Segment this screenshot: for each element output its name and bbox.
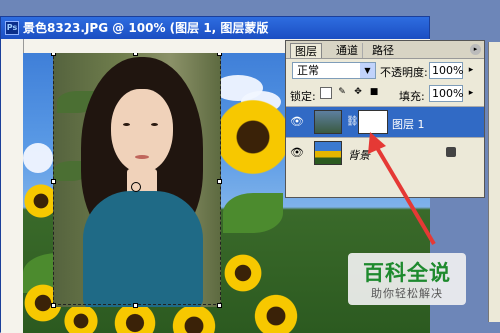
layer-mask-thumbnail[interactable] xyxy=(358,110,388,134)
fill-slider-arrow-icon[interactable]: ▸ xyxy=(464,85,478,102)
mask-link-chain-icon[interactable]: ⛓ xyxy=(346,116,359,127)
sunflower-shape xyxy=(171,303,217,333)
layer-thumbnail xyxy=(314,110,342,134)
layer-name: 背景 xyxy=(348,149,370,162)
cloud-shape xyxy=(23,143,53,173)
lock-all-icon[interactable]: ■ xyxy=(368,87,380,99)
collapsed-panel-edge xyxy=(488,42,500,322)
transform-handle[interactable] xyxy=(133,53,138,56)
transform-handle[interactable] xyxy=(217,303,222,308)
lock-transparency-icon[interactable] xyxy=(320,87,332,99)
layer-row-background[interactable]: 👁 背景 xyxy=(286,137,484,168)
lock-icon xyxy=(446,147,456,157)
transform-center-icon[interactable] xyxy=(131,182,141,192)
document-title: 景色8323.JPG @ 100% (图层 1, 图层蒙版 xyxy=(23,21,269,35)
photoshop-icon: Ps xyxy=(5,21,19,35)
tab-layers[interactable]: 图层 xyxy=(290,43,322,58)
watermark-title: 百科全说 xyxy=(363,261,451,285)
transform-handle[interactable] xyxy=(51,303,56,308)
leaf-shape xyxy=(223,193,283,233)
blend-mode-select[interactable]: 正常 ▼ xyxy=(292,62,376,79)
lock-image-brush-icon[interactable]: ✎ xyxy=(336,87,348,99)
lock-position-move-icon[interactable]: ✥ xyxy=(352,87,364,99)
tab-paths[interactable]: 路径 xyxy=(368,43,398,58)
opacity-slider-arrow-icon[interactable]: ▸ xyxy=(464,62,478,79)
opacity-label: 不透明度: xyxy=(380,66,428,79)
tab-channels[interactable]: 通道 xyxy=(332,43,363,58)
transform-handle[interactable] xyxy=(51,179,56,184)
fill-input[interactable]: 100% xyxy=(429,85,463,102)
chevron-down-icon[interactable]: ▼ xyxy=(360,63,375,78)
layer-thumbnail xyxy=(314,141,342,165)
watermark-logo: 百科全说 助你轻松解决 xyxy=(348,253,466,305)
sunflower-shape xyxy=(253,293,299,333)
panel-menu-icon[interactable]: ▸ xyxy=(470,44,481,55)
watermark-subtitle: 助你轻松解决 xyxy=(371,287,443,300)
panel-tab-bar: 图层 通道 路径 ▸ xyxy=(286,41,484,59)
transform-selection[interactable] xyxy=(53,53,221,305)
sunflower-shape xyxy=(223,253,263,293)
lock-label: 锁定: xyxy=(290,90,316,103)
fill-label: 填充: xyxy=(399,90,425,103)
eye-visibility-icon[interactable]: 👁 xyxy=(290,115,304,129)
sunflower-shape xyxy=(213,97,293,177)
layer-name: 图层 1 xyxy=(392,118,425,131)
transform-handle[interactable] xyxy=(217,179,222,184)
transform-handle[interactable] xyxy=(51,53,56,56)
layers-panel: 图层 通道 路径 ▸ 正常 ▼ 不透明度: 100% ▸ 锁定: ✎ ✥ ■ 填… xyxy=(285,40,485,198)
eye-visibility-icon[interactable]: 👁 xyxy=(290,146,304,160)
sunflower-shape xyxy=(63,303,99,333)
transform-handle[interactable] xyxy=(133,303,138,308)
opacity-input[interactable]: 100% xyxy=(429,62,463,79)
document-titlebar[interactable]: Ps 景色8323.JPG @ 100% (图层 1, 图层蒙版 xyxy=(1,17,429,39)
transform-handle[interactable] xyxy=(217,53,222,56)
vertical-ruler xyxy=(1,39,24,333)
blend-mode-value: 正常 xyxy=(297,64,319,77)
layer-row-layer1[interactable]: 👁 ⛓ 图层 1 xyxy=(286,106,484,137)
